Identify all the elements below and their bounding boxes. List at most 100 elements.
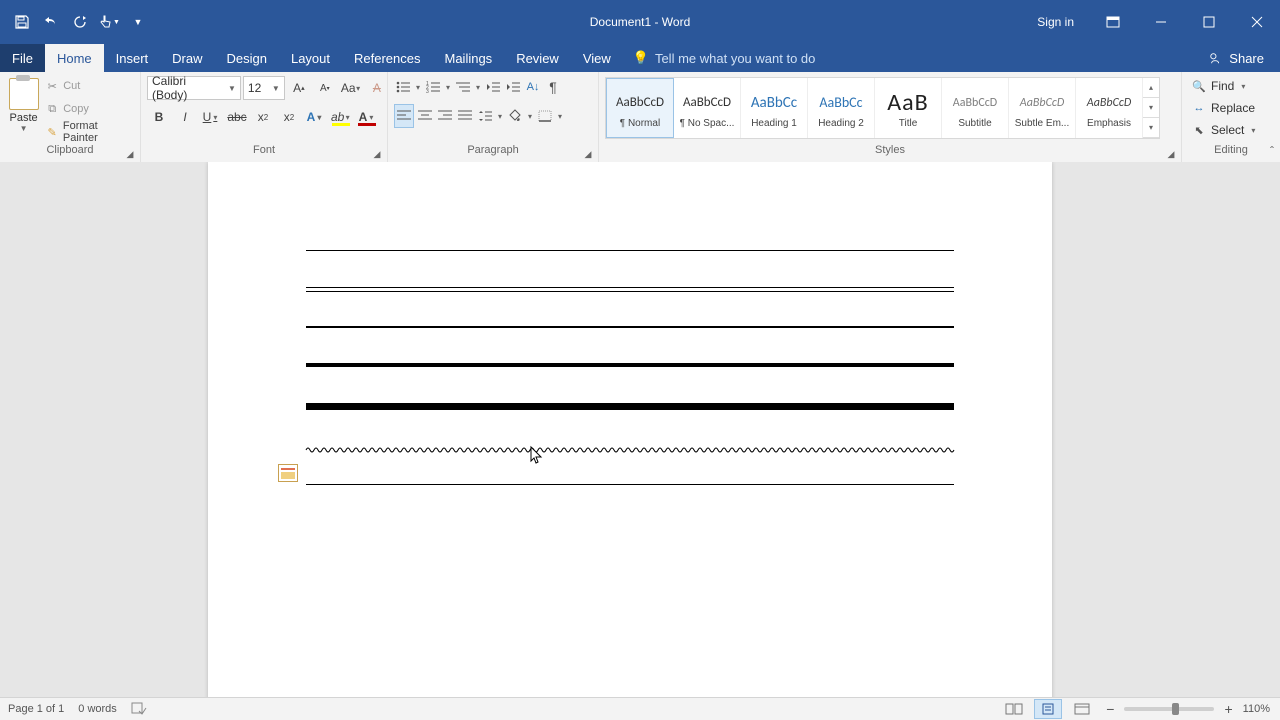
spellcheck-icon[interactable] [131,701,147,718]
share-icon [1209,51,1223,65]
styles-more-icon[interactable]: ▾ [1143,118,1159,138]
collapse-ribbon-icon[interactable]: ˆ [1270,144,1274,158]
paste-button[interactable]: Paste ▼ [6,76,41,133]
zoom-in-button[interactable]: + [1220,701,1236,717]
touch-mode-icon[interactable]: ▼ [97,10,121,34]
tab-draw[interactable]: Draw [160,44,214,72]
style-heading-2[interactable]: AaBbCcHeading 2 [808,78,875,138]
sort-button[interactable]: A↓ [524,76,542,98]
undo-icon[interactable] [39,10,63,34]
align-right-button[interactable] [436,105,454,127]
subscript-button[interactable]: x2 [251,106,275,128]
page[interactable] [208,162,1052,698]
zoom-slider[interactable] [1124,707,1214,711]
minimize-icon[interactable] [1138,8,1184,36]
decrease-indent-button[interactable] [484,76,502,98]
zoom-level[interactable]: 110% [1243,703,1270,715]
tab-design[interactable]: Design [215,44,279,72]
close-icon[interactable] [1234,8,1280,36]
ribbon-display-icon[interactable] [1090,8,1136,36]
tab-review[interactable]: Review [504,44,571,72]
find-button[interactable]: 🔍Find▾ [1188,76,1261,96]
style-title[interactable]: AaBTitle [875,78,942,138]
chevron-down-icon: ▼ [272,84,280,93]
sign-in-link[interactable]: Sign in [1023,15,1088,29]
styles-down-icon[interactable]: ▾ [1143,98,1159,118]
show-marks-button[interactable]: ¶ [544,76,562,98]
maximize-icon[interactable] [1186,8,1232,36]
zoom-out-button[interactable]: − [1102,701,1118,717]
tab-file[interactable]: File [0,44,45,72]
web-layout-button[interactable] [1068,699,1096,719]
chevron-down-icon[interactable]: ▾ [556,112,564,121]
borders-button[interactable] [536,105,554,127]
style-emphasis[interactable]: AaBbCcDEmphasis [1076,78,1143,138]
format-painter-button[interactable]: ✎Format Painter [45,122,134,142]
italic-button[interactable]: I [173,106,197,128]
find-label: Find [1211,79,1234,93]
shading-button[interactable] [506,105,524,127]
align-left-button[interactable] [394,104,414,128]
copy-button[interactable]: ⧉Copy [45,99,134,119]
print-layout-button[interactable] [1034,699,1062,719]
cut-button[interactable]: ✂Cut [45,76,134,96]
align-center-button[interactable] [416,105,434,127]
styles-gallery[interactable]: AaBbCcD¶ NormalAaBbCcD¶ No Spac...AaBbCc… [605,77,1160,139]
zoom-thumb[interactable] [1172,703,1179,715]
select-button[interactable]: ⬉Select▾ [1188,120,1261,140]
align-justify-button[interactable] [456,105,474,127]
tab-view[interactable]: View [571,44,623,72]
change-case-button[interactable]: Aa▾ [339,77,363,99]
styles-up-icon[interactable]: ▴ [1143,78,1159,98]
word-count-status[interactable]: 0 words [78,703,117,715]
increase-indent-button[interactable] [504,76,522,98]
dialog-launcher-clipboard[interactable]: ◢ [124,148,136,160]
style--no-spac-[interactable]: AaBbCcD¶ No Spac... [674,78,741,138]
font-name-combo[interactable]: Calibri (Body)▼ [147,76,241,100]
share-button[interactable]: Share [1199,44,1274,72]
style--normal[interactable]: AaBbCcD¶ Normal [606,78,674,138]
clear-formatting-button[interactable]: A [365,77,389,99]
chevron-down-icon[interactable]: ▼ [20,124,28,133]
chevron-down-icon[interactable]: ▾ [496,112,504,121]
tell-me-search[interactable]: 💡Tell me what you want to do [633,44,816,72]
group-label-clipboard: Clipboard [0,144,140,162]
bullets-button[interactable] [394,76,412,98]
chevron-down-icon[interactable]: ▾ [444,83,452,92]
replace-button[interactable]: ↔Replace [1188,98,1261,118]
chevron-down-icon[interactable]: ▾ [526,112,534,121]
strikethrough-button[interactable]: abc [225,106,249,128]
style-heading-1[interactable]: AaBbCcHeading 1 [741,78,808,138]
tab-home[interactable]: Home [45,44,104,72]
dialog-launcher-paragraph[interactable]: ◢ [582,148,594,160]
horizontal-line-cursor [306,484,954,485]
bold-button[interactable]: B [147,106,171,128]
chevron-down-icon[interactable]: ▾ [474,83,482,92]
redo-icon[interactable] [68,10,92,34]
chevron-down-icon[interactable]: ▾ [414,83,422,92]
grow-font-button[interactable]: A▴ [287,77,311,99]
text-effects-button[interactable]: A▾ [303,106,327,128]
read-mode-button[interactable] [1000,699,1028,719]
superscript-button[interactable]: x2 [277,106,301,128]
numbering-button[interactable]: 123 [424,76,442,98]
underline-button[interactable]: U▾ [199,106,223,128]
shrink-font-button[interactable]: A▾ [313,77,337,99]
save-icon[interactable] [10,10,34,34]
font-size-combo[interactable]: 12▼ [243,76,285,100]
customize-qat-icon[interactable]: ▼ [126,10,150,34]
tab-references[interactable]: References [342,44,432,72]
multilevel-list-button[interactable] [454,76,472,98]
line-spacing-button[interactable] [476,105,494,127]
dialog-launcher-styles[interactable]: ◢ [1165,148,1177,160]
tab-mailings[interactable]: Mailings [433,44,505,72]
dialog-launcher-font[interactable]: ◢ [371,148,383,160]
page-number-status[interactable]: Page 1 of 1 [8,703,64,715]
style-subtle-em-[interactable]: AaBbCcDSubtle Em... [1009,78,1076,138]
tab-insert[interactable]: Insert [104,44,161,72]
tab-layout[interactable]: Layout [279,44,342,72]
autocorrect-options-icon[interactable] [278,464,298,482]
font-color-button[interactable]: A▾ [355,106,379,128]
style-subtitle[interactable]: AaBbCcDSubtitle [942,78,1009,138]
highlight-button[interactable]: ab▾ [329,106,353,128]
